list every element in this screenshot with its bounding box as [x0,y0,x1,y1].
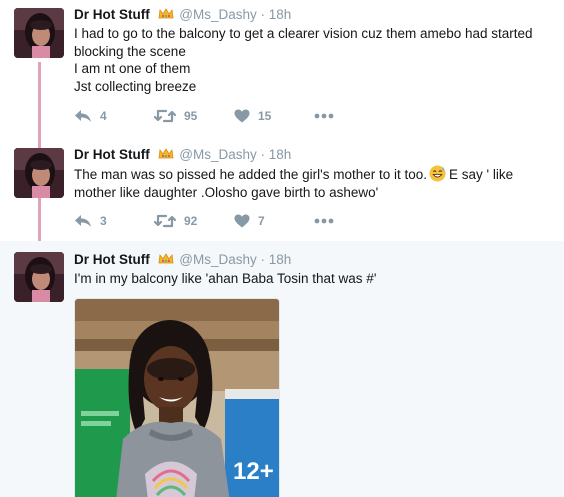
tweet-line: mother like daughter .Olosho gave birth … [74,184,379,200]
timestamp[interactable]: 18h [269,252,292,267]
photo-sign-text: 12+ [233,458,274,485]
reply-button[interactable]: 4 [74,109,154,123]
separator-dot: · [260,252,266,267]
tweet-text: The man was so pissed he added the girl'… [74,165,558,201]
more-dots-icon [314,113,334,119]
retweet-count: 95 [184,109,198,123]
like-count: 7 [258,214,265,228]
retweet-button[interactable]: 92 [154,214,234,228]
reply-button[interactable]: 3 [74,214,154,228]
avatar[interactable] [14,148,64,198]
like-button[interactable]: 15 [234,109,314,123]
timestamp[interactable]: 18h [269,147,292,162]
author-name[interactable]: Dr Hot Stuff [74,7,150,22]
author-handle[interactable]: @Ms_Dashy [179,7,256,22]
tweet-2[interactable]: Dr Hot Stuff @Ms_Dashy · 18h The man was… [0,136,564,241]
more-button[interactable] [314,113,334,119]
reply-count: 4 [100,109,107,123]
tweet-line: The man was so pissed he added the girl'… [74,165,558,184]
tweet-photo[interactable]: 12+ [74,298,280,497]
more-dots-icon [314,218,334,224]
reply-count: 3 [100,214,107,228]
author-handle[interactable]: @Ms_Dashy [179,147,256,162]
tweet-text-part: The man was so pissed he added the girl'… [74,167,428,182]
tweet-line: I am nt one of them [74,61,191,76]
crown-emoji-icon [158,253,173,264]
tweet-1[interactable]: Dr Hot Stuff @Ms_Dashy · 18h I had to go… [0,0,564,136]
separator-dot: · [260,7,266,22]
crown-emoji-icon [158,148,173,159]
tweet-line: I'm in my balcony like 'ahan Baba Tosin … [74,271,377,286]
tweet-text: I had to go to the balcony to get a clea… [74,25,558,95]
retweet-icon [154,109,176,123]
avatar[interactable] [14,252,64,302]
tweet-text: I'm in my balcony like 'ahan Baba Tosin … [74,270,558,288]
tweet-line: I had to go to the balcony to get a clea… [74,26,533,41]
crown-emoji-icon [158,8,173,19]
reply-icon [75,110,91,122]
retweet-icon [154,214,176,228]
tweet-actions: 3 92 7 [74,212,334,230]
like-count: 15 [258,109,272,123]
tweet-line: blocking the scene [74,43,186,59]
reply-icon [75,215,91,227]
retweet-button[interactable]: 95 [154,109,234,123]
heart-icon [234,109,250,123]
author-name[interactable]: Dr Hot Stuff [74,252,150,267]
tweet-text-part: E say ' like [449,167,514,182]
author-name[interactable]: Dr Hot Stuff [74,147,150,162]
more-button[interactable] [314,218,334,224]
sweat-smile-emoji-icon [429,165,446,182]
retweet-count: 92 [184,214,198,228]
avatar[interactable] [14,8,64,58]
tweet-actions: 4 95 15 [74,107,334,125]
timestamp[interactable]: 18h [269,7,292,22]
heart-icon [234,214,250,228]
separator-dot: · [260,147,266,162]
tweet-line: Jst collecting breeze [74,78,197,94]
author-handle[interactable]: @Ms_Dashy [179,252,256,267]
like-button[interactable]: 7 [234,214,314,228]
